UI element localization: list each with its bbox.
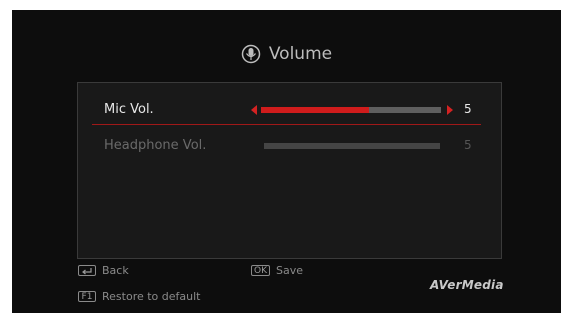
osd-screen: Volume Mic Vol. 5 Headphone Vol. 5 Back …: [12, 10, 561, 313]
save-label: Save: [276, 264, 304, 277]
f1-key: F1: [78, 291, 96, 302]
ok-key: OK: [251, 265, 270, 276]
headphone-volume-row[interactable]: Headphone Vol. 5: [78, 131, 501, 161]
increase-arrow-icon[interactable]: [447, 105, 453, 115]
headphone-volume-value: 5: [464, 138, 472, 152]
back-hint[interactable]: Back: [78, 264, 129, 277]
mic-volume-value: 5: [464, 102, 472, 116]
restore-label: Restore to default: [102, 290, 201, 303]
back-label: Back: [102, 264, 129, 277]
mic-volume-slider[interactable]: [261, 107, 441, 113]
brand-logo: AVerMedia: [430, 278, 504, 292]
save-hint[interactable]: OK Save: [251, 264, 303, 277]
decrease-arrow-icon[interactable]: [251, 105, 257, 115]
mic-volume-row[interactable]: Mic Vol. 5: [78, 95, 501, 125]
microphone-icon: [241, 44, 261, 64]
menu-header: Volume: [12, 44, 561, 64]
headphone-volume-label: Headphone Vol.: [104, 138, 207, 153]
back-arrow-icon: [78, 265, 96, 276]
restore-default-hint[interactable]: F1 Restore to default: [78, 290, 200, 303]
mic-volume-label: Mic Vol.: [104, 102, 154, 117]
volume-panel: Mic Vol. 5 Headphone Vol. 5: [77, 82, 502, 259]
mic-volume-fill: [261, 107, 369, 113]
headphone-volume-slider[interactable]: [264, 143, 440, 149]
page-title: Volume: [268, 44, 333, 64]
selection-underline: [92, 124, 481, 125]
